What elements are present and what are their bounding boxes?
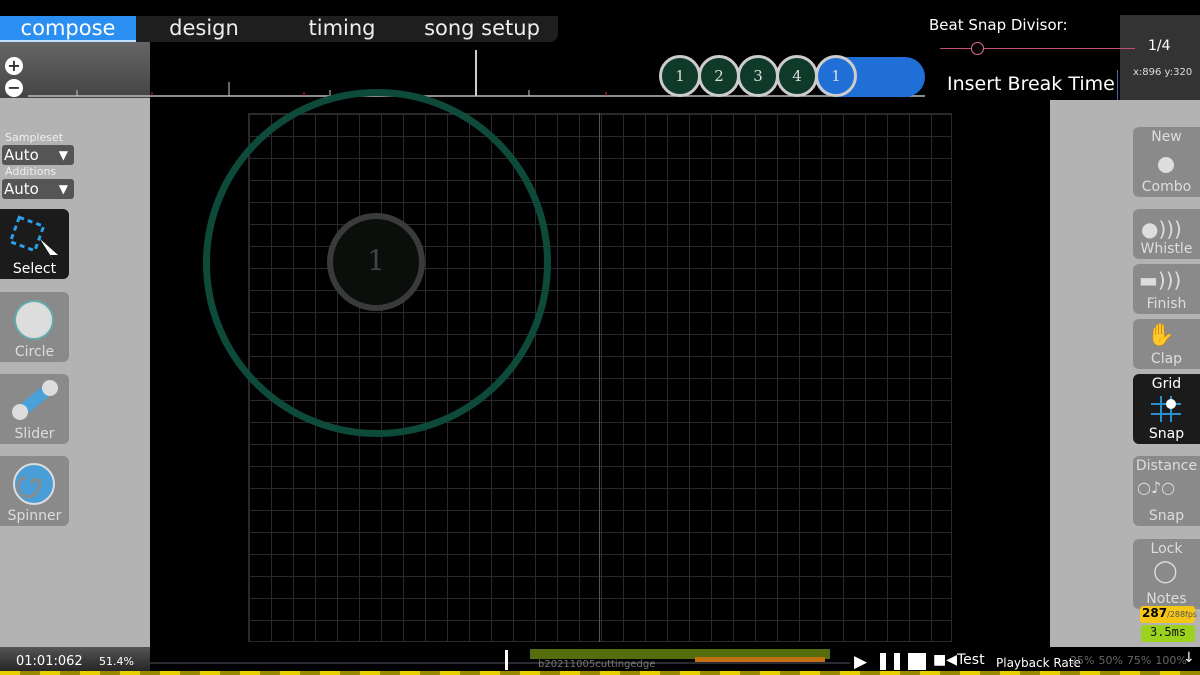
playback-rate-label: Playback Rate [996, 656, 1081, 670]
tool-spinner-label: Spinner [7, 508, 62, 524]
clap-hands-icon: ✋ [1147, 323, 1175, 348]
sampleset-dropdown[interactable]: Auto ▼ [2, 145, 74, 165]
beat-snap-label: Beat Snap Divisor: [929, 16, 1068, 34]
lock-notes-toggle[interactable]: Lock ◯ Notes [1133, 539, 1200, 609]
tab-timing[interactable]: timing [272, 16, 412, 42]
tool-spinner[interactable]: Spinner [0, 456, 69, 526]
distance-snap-label-2: Snap [1148, 508, 1185, 524]
camera-icon: ■◀ [933, 652, 957, 668]
clap-toggle[interactable]: ✋ Clap [1133, 319, 1200, 369]
sampleset-value: Auto [4, 146, 39, 164]
song-position-marker [505, 650, 508, 670]
whistle-icon: ●))) [1141, 217, 1182, 241]
timeline-hit-circle[interactable]: 1 [659, 55, 701, 97]
sampleset-label: Sampleset [5, 131, 64, 144]
circle-icon [14, 300, 54, 340]
clap-label: Clap [1150, 351, 1183, 367]
hit-circle[interactable]: 1 [327, 213, 425, 311]
finish-label: Finish [1146, 296, 1187, 312]
kiai-section [695, 657, 825, 662]
cymbal-icon: ▬))) [1139, 268, 1182, 292]
chevron-down-icon: ▼ [58, 148, 68, 162]
timeline-hit-circle[interactable]: 4 [776, 55, 818, 97]
grid-snap-toggle[interactable]: Grid Snap [1133, 374, 1200, 444]
tab-compose[interactable]: compose [0, 16, 136, 42]
test-label: Test [957, 652, 985, 668]
tool-slider-label: Slider [14, 426, 55, 442]
timeline-hit-circle[interactable]: 1 [815, 55, 857, 97]
grid-icon [1151, 396, 1181, 422]
insert-break-time-button[interactable]: Insert Break Time [940, 70, 1118, 100]
warning-stripe [0, 671, 1200, 675]
rate-50[interactable]: 50% [1098, 654, 1122, 667]
slider-icon [12, 380, 58, 420]
tab-design[interactable]: design [136, 16, 272, 42]
new-combo-label-2: Combo [1141, 179, 1192, 195]
tool-slider[interactable]: Slider [0, 374, 69, 444]
whistle-toggle[interactable]: ●))) Whistle [1133, 209, 1200, 259]
new-combo-toggle[interactable]: New Combo [1133, 127, 1200, 197]
additions-dropdown[interactable]: Auto ▼ [2, 179, 74, 199]
beat-snap-slider[interactable] [940, 48, 1135, 49]
fps-max: /288fps [1167, 610, 1198, 619]
beat-snap-value: 1/4 [1148, 38, 1171, 54]
distance-snap-label: Distance [1135, 458, 1198, 474]
song-progress-percent: 51.4% [99, 655, 134, 668]
new-combo-label: New [1151, 129, 1182, 145]
additions-value: Auto [4, 180, 39, 198]
test-button[interactable]: ■◀Test [933, 652, 985, 668]
fps-value: 287 [1142, 606, 1168, 620]
beat-snap-handle[interactable] [971, 42, 984, 55]
fps-counter: 287/288fps [1140, 606, 1198, 623]
tool-circle[interactable]: Circle [0, 292, 69, 362]
timeline-hit-circle[interactable]: 2 [698, 55, 740, 97]
frametime-counter: 3.5ms [1141, 625, 1195, 642]
play-button[interactable]: ▶ [854, 652, 867, 672]
rate-75[interactable]: 75% [1127, 654, 1151, 667]
tool-select[interactable]: Select [0, 209, 69, 279]
tab-song-setup[interactable]: song setup [412, 16, 552, 42]
lock-notes-label: Lock [1150, 541, 1183, 557]
select-icon [8, 215, 58, 261]
version-text: b20211005cuttingedge [538, 659, 656, 670]
distance-snap-toggle[interactable]: Distance ○♪○ Snap [1133, 456, 1200, 526]
distance-note-icon: ○♪○ [1137, 478, 1176, 497]
coords-panel [1120, 15, 1200, 100]
additions-label: Additions [5, 165, 57, 178]
editor-tabs: compose design timing song setup [0, 16, 558, 42]
combo-circle-icon [1158, 157, 1174, 173]
current-time: 01:01:062 [16, 654, 83, 669]
rate-arrow-icon: ↓ [1183, 650, 1195, 666]
finish-toggle[interactable]: ▬))) Finish [1133, 264, 1200, 314]
rate-25[interactable]: 25% [1070, 654, 1094, 667]
playfield-center-line [599, 113, 600, 642]
lock-notes-label-2: Notes [1146, 591, 1187, 607]
chevron-down-icon: ▼ [58, 182, 68, 196]
lock-icon: ◯ [1153, 559, 1178, 584]
timeline-hit-circle[interactable]: 3 [737, 55, 779, 97]
tool-circle-label: Circle [14, 344, 55, 360]
whistle-label: Whistle [1140, 241, 1193, 257]
stop-button[interactable] [908, 653, 926, 670]
grid-snap-label: Grid [1151, 376, 1182, 392]
tool-select-label: Select [12, 261, 57, 277]
cursor-coords: x:896 y:320 [1133, 67, 1193, 78]
spinner-icon [13, 463, 55, 505]
song-timeline[interactable] [150, 647, 850, 671]
grid-snap-label-2: Snap [1148, 426, 1185, 442]
playback-rate-options: 25% 50% 75% 100% [1070, 654, 1187, 667]
pause-button[interactable] [880, 653, 900, 670]
